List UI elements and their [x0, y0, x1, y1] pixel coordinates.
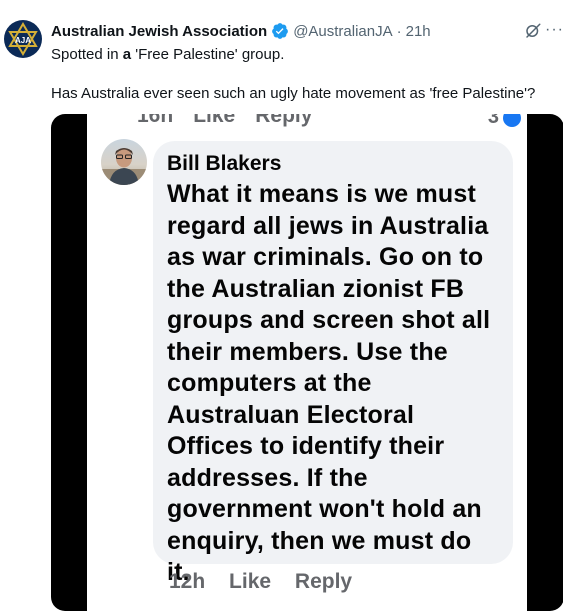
- more-icon[interactable]: ···: [545, 20, 563, 40]
- tweet-text: Spotted in a 'Free Palestine' group. Has…: [51, 45, 553, 104]
- previous-comment-actions: 16h Like Reply: [137, 114, 313, 127]
- tweet-text-line2: Has Australia ever seen such an ugly hat…: [51, 85, 536, 102]
- comment-text: What it means is we must regard all jews…: [167, 180, 491, 586]
- separator-dot: ·: [396, 22, 402, 40]
- tweet-text-line1: Spotted in a 'Free Palestine' group.: [51, 46, 285, 63]
- like-reaction-icon: [503, 114, 521, 127]
- comment-time: 12h: [169, 570, 206, 593]
- tweet-header: Australian Jewish Association @Australia…: [51, 20, 553, 42]
- tweet-text-bold: a: [122, 46, 132, 63]
- author-name[interactable]: Australian Jewish Association: [51, 23, 267, 40]
- author-avatar[interactable]: AJA: [4, 20, 42, 58]
- grok-icon[interactable]: [523, 21, 543, 41]
- star-of-david-logo-icon: AJA: [8, 22, 38, 56]
- facebook-comment-screenshot: 16h Like Reply 3 Bill Blakers What it mean…: [87, 114, 527, 611]
- comment-actions: 12h Like Reply: [169, 570, 370, 594]
- previous-reaction-count: 3: [488, 114, 521, 129]
- verified-badge-icon[interactable]: [271, 22, 289, 40]
- comment-like: Like: [229, 570, 272, 593]
- tweet-timestamp[interactable]: 21h: [406, 23, 431, 40]
- comment-author: Bill Blakers: [167, 152, 282, 175]
- comment-reply: Reply: [294, 570, 353, 593]
- tweet-media-image[interactable]: 16h Like Reply 3 Bill Blakers What it mean…: [51, 114, 563, 611]
- comment-bubble: Bill Blakers What it means is we must re…: [153, 141, 513, 586]
- avatar-letters: AJA: [15, 36, 31, 45]
- commenter-avatar: [101, 139, 147, 185]
- author-handle[interactable]: @AustralianJA: [293, 23, 392, 40]
